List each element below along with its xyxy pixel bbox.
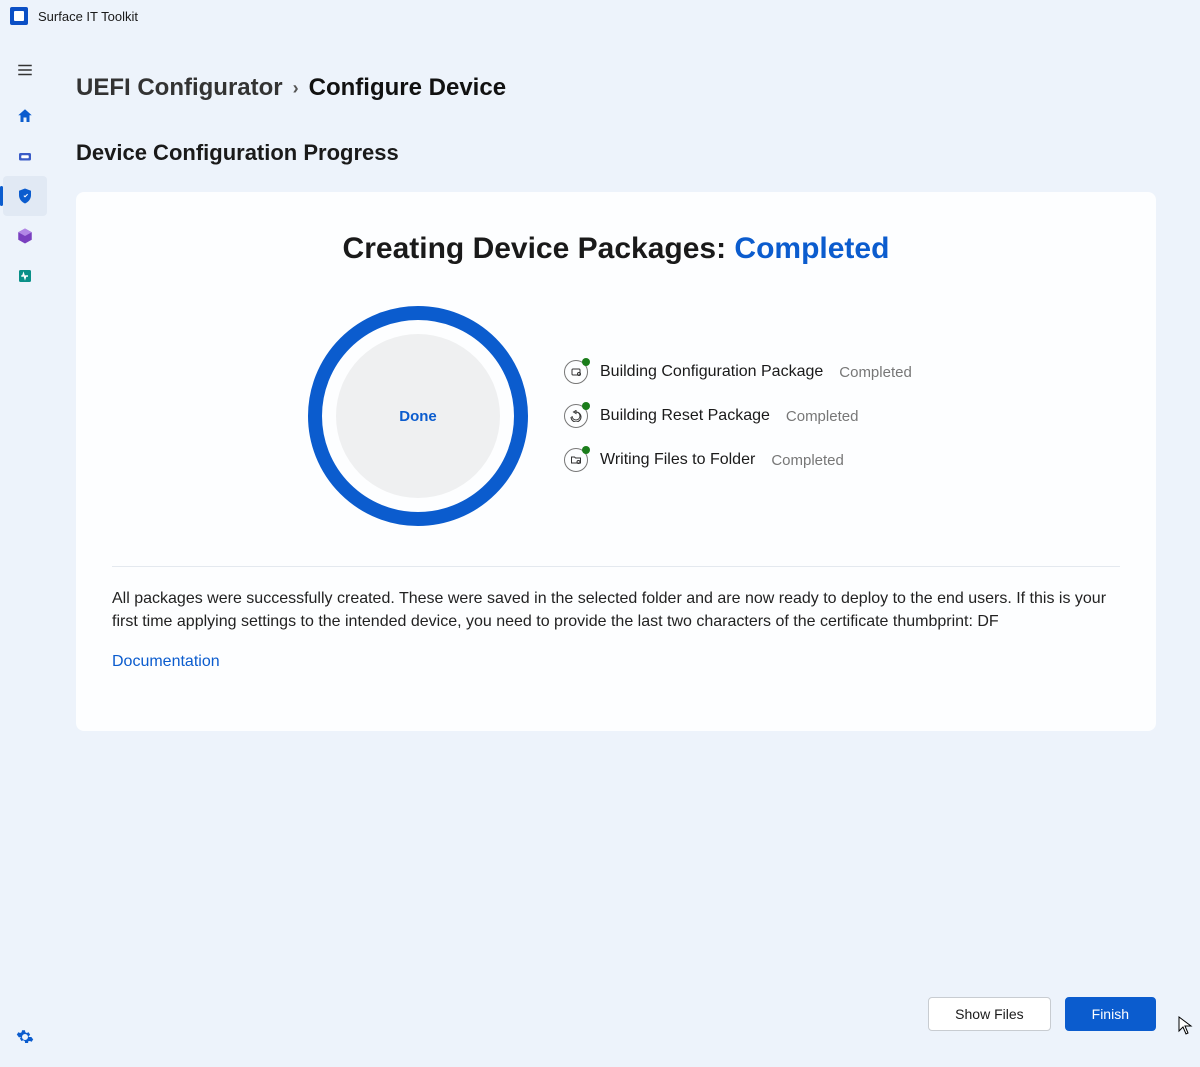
section-title: Device Configuration Progress bbox=[76, 140, 1156, 166]
status-value: Completed bbox=[734, 232, 889, 265]
step-status: Completed bbox=[771, 452, 844, 469]
finish-button[interactable]: Finish bbox=[1065, 997, 1156, 1031]
breadcrumb-parent[interactable]: UEFI Configurator bbox=[76, 74, 283, 102]
step-label: Writing Files to Folder bbox=[600, 451, 755, 469]
nav-recovery[interactable] bbox=[3, 216, 47, 256]
app-title: Surface IT Toolkit bbox=[38, 9, 138, 24]
nav-settings[interactable] bbox=[3, 1017, 47, 1057]
step-label: Building Configuration Package bbox=[600, 363, 823, 381]
breadcrumb: UEFI Configurator › Configure Device bbox=[76, 74, 1156, 102]
documentation-link[interactable]: Documentation bbox=[112, 653, 220, 671]
step-item: Building Configuration Package Completed bbox=[564, 360, 912, 384]
step-list: Building Configuration Package Completed… bbox=[564, 360, 912, 472]
progress-ring: Done bbox=[308, 306, 528, 526]
shield-icon bbox=[16, 187, 34, 205]
config-package-icon bbox=[564, 360, 588, 384]
hamburger-icon bbox=[16, 61, 34, 79]
divider bbox=[112, 566, 1120, 567]
reset-package-icon bbox=[564, 404, 588, 428]
nav-uefi[interactable] bbox=[3, 176, 47, 216]
content: UEFI Configurator › Configure Device Dev… bbox=[50, 32, 1200, 1067]
step-status: Completed bbox=[839, 364, 912, 381]
folder-write-icon bbox=[564, 448, 588, 472]
breadcrumb-current: Configure Device bbox=[309, 74, 506, 102]
gear-icon bbox=[16, 1028, 34, 1046]
progress-card: Creating Device Packages: Completed Done… bbox=[76, 192, 1156, 731]
step-label: Building Reset Package bbox=[600, 407, 770, 425]
eraser-icon bbox=[16, 147, 34, 165]
chevron-right-icon: › bbox=[293, 78, 299, 99]
step-status: Completed bbox=[786, 408, 859, 425]
status-prefix: Creating Device Packages: bbox=[343, 232, 727, 265]
show-files-button[interactable]: Show Files bbox=[928, 997, 1050, 1031]
step-item: Building Reset Package Completed bbox=[564, 404, 912, 428]
summary-text: All packages were successfully created. … bbox=[112, 587, 1120, 633]
home-icon bbox=[16, 107, 34, 125]
package-icon bbox=[16, 227, 34, 245]
titlebar: Surface IT Toolkit bbox=[0, 0, 1200, 32]
nav-eraser[interactable] bbox=[3, 136, 47, 176]
app-icon bbox=[10, 7, 28, 25]
sidebar bbox=[0, 32, 50, 1067]
step-item: Writing Files to Folder Completed bbox=[564, 448, 912, 472]
footer-actions: Show Files Finish bbox=[928, 997, 1156, 1031]
nav-home[interactable] bbox=[3, 96, 47, 136]
status-heading: Creating Device Packages: Completed bbox=[112, 232, 1120, 266]
progress-ring-label: Done bbox=[336, 334, 500, 498]
diagnostics-icon bbox=[16, 267, 34, 285]
nav-diagnostics[interactable] bbox=[3, 256, 47, 296]
hamburger-menu[interactable] bbox=[5, 50, 45, 90]
